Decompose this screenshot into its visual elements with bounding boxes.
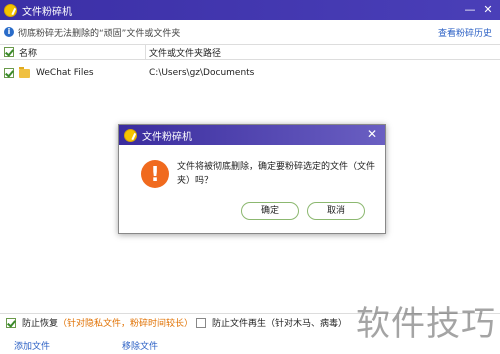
- confirm-button[interactable]: 确定: [241, 202, 299, 220]
- app-logo-icon: [124, 128, 137, 142]
- warning-icon: !: [141, 160, 169, 188]
- dialog-title-bar: 文件粉碎机 ✕: [119, 125, 385, 145]
- title-bar: 文件粉碎机 — ✕: [0, 0, 500, 20]
- row-checkbox[interactable]: [4, 68, 14, 78]
- remove-file-button[interactable]: 移除文件: [122, 339, 158, 352]
- prevent-restore-note: （针对隐私文件，粉碎时间较长）: [58, 319, 194, 329]
- file-name: WeChat Files: [36, 68, 94, 78]
- window-controls: — ✕: [460, 2, 496, 18]
- prevent-regen-label[interactable]: 防止文件再生（针对木马、病毒）: [212, 316, 347, 329]
- info-icon: i: [4, 27, 14, 37]
- select-all-checkbox[interactable]: [4, 47, 14, 57]
- prevent-restore-checkbox[interactable]: [6, 317, 16, 328]
- app-logo-icon: [4, 3, 17, 17]
- table-header: 名称 文件或文件夹路径: [0, 44, 500, 60]
- info-message: 彻底粉碎无法删除的“顽固”文件或文件夹: [18, 28, 181, 39]
- prevent-regen-checkbox[interactable]: [196, 317, 206, 328]
- prevent-restore-label[interactable]: 防止恢复（针对隐私文件，粉碎时间较长）: [22, 316, 193, 329]
- window-title: 文件粉碎机: [22, 6, 72, 18]
- dialog-message: 文件将被彻底删除，确定要粉碎选定的文件（文件夹）吗？: [177, 162, 376, 186]
- info-bar: i 彻底粉碎无法删除的“顽固”文件或文件夹 查看粉碎历史: [0, 20, 500, 44]
- column-divider: [145, 45, 146, 60]
- prevent-restore-text: 防止恢复: [22, 319, 59, 329]
- confirm-dialog: 文件粉碎机 ✕ ! 文件将被彻底删除，确定要粉碎选定的文件（文件夹）吗？ 确定 …: [118, 124, 386, 234]
- folder-icon: [19, 66, 30, 78]
- dialog-close-icon[interactable]: ✕: [365, 127, 379, 141]
- column-header-name[interactable]: 名称: [19, 46, 37, 59]
- close-button[interactable]: ✕: [480, 2, 496, 18]
- dialog-title: 文件粉碎机: [142, 131, 192, 143]
- add-file-button[interactable]: 添加文件: [14, 339, 50, 352]
- cancel-button[interactable]: 取消: [307, 202, 365, 220]
- watermark: 软件技巧: [356, 304, 496, 344]
- view-history-link[interactable]: 查看粉碎历史: [438, 26, 492, 39]
- prevent-regen-option[interactable]: 防止文件再生（针对木马、病毒）: [196, 316, 347, 329]
- prevent-regen-note: （针对木马、病毒）: [266, 319, 348, 329]
- table-row[interactable]: WeChat Files C:\Users\gz\Documents: [0, 64, 500, 82]
- file-path: C:\Users\gz\Documents: [149, 68, 255, 78]
- minimize-button[interactable]: —: [462, 2, 478, 18]
- column-header-path[interactable]: 文件或文件夹路径: [149, 46, 221, 59]
- prevent-regen-text: 防止文件再生: [212, 319, 267, 329]
